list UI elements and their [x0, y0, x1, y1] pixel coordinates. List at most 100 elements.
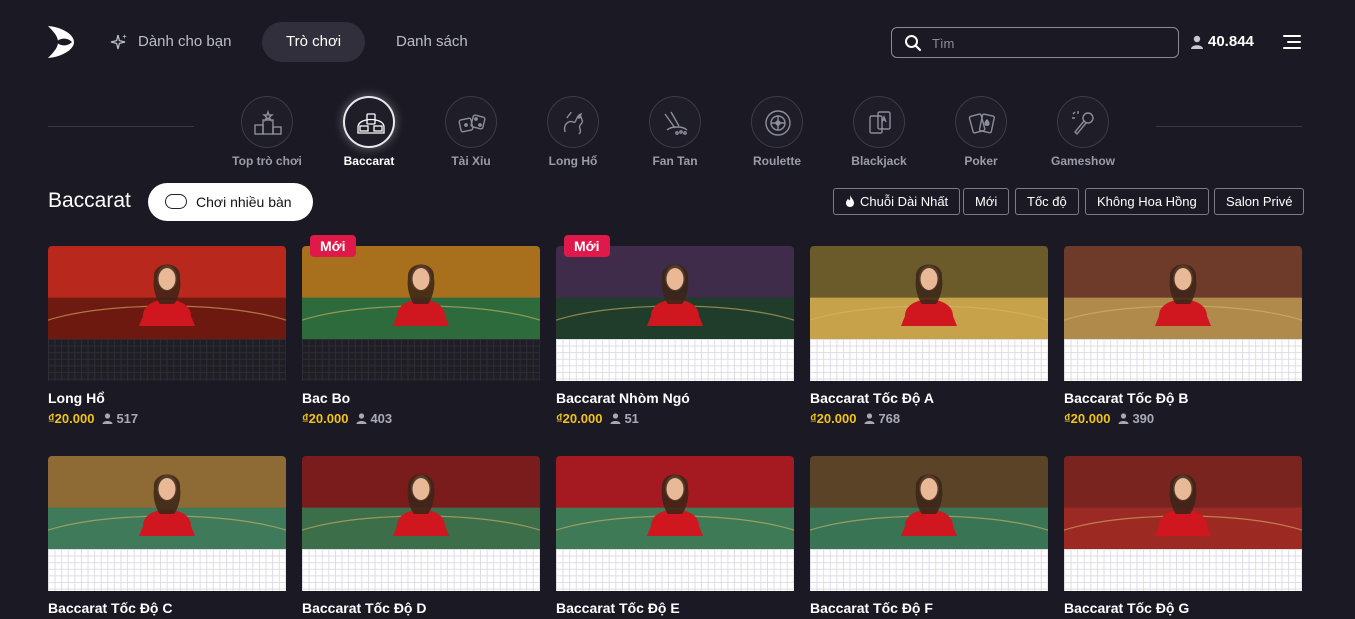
user-icon: [864, 413, 875, 424]
category-top-games[interactable]: Top trò chơi: [216, 96, 318, 168]
nav-for-you[interactable]: Dành cho bạn: [98, 22, 255, 62]
fan-tan-icon: [664, 111, 688, 135]
game-thumbnail: [810, 456, 1048, 589]
players-total: 40.844: [1190, 31, 1254, 53]
game-tile[interactable]: Baccarat Tốc Độ F: [810, 456, 1048, 616]
nav-games[interactable]: Trò chơi: [262, 22, 366, 62]
player-count-value: 51: [624, 411, 639, 426]
search-icon: [905, 35, 922, 52]
filter-salon-prive[interactable]: Salon Privé: [1214, 188, 1305, 215]
filter-label: Chuỗi Dài Nhất: [860, 194, 949, 209]
category-gameshow[interactable]: Gameshow: [1032, 96, 1134, 168]
game-tile[interactable]: Baccarat Tốc Độ A ₫20.000 768: [810, 246, 1048, 427]
game-name: Baccarat Tốc Độ A: [810, 390, 934, 406]
game-tile[interactable]: Baccarat Tốc Độ E: [556, 456, 794, 616]
category-label: Poker: [964, 154, 998, 168]
game-name: Baccarat Tốc Độ B: [1064, 390, 1189, 406]
category-dragon-tiger[interactable]: Long Hổ: [522, 96, 624, 168]
game-name: Baccarat Nhòm Ngó: [556, 390, 690, 406]
game-thumbnail: [556, 246, 794, 379]
dice-icon: [458, 114, 486, 133]
nav-games-label: Trò chơi: [286, 33, 342, 50]
category-poker[interactable]: Poker: [930, 96, 1032, 168]
category-label: Roulette: [753, 154, 801, 168]
category-label: Baccarat: [343, 154, 395, 168]
bead-road: [810, 339, 1048, 381]
category-label: Tài Xỉu: [451, 154, 491, 168]
header: Dành cho bạn Trò chơi Danh sách 40.844: [0, 0, 1355, 84]
player-count-value: 403: [370, 411, 393, 426]
player-count: 403: [356, 411, 392, 426]
category-blackjack[interactable]: Blackjack: [828, 96, 930, 168]
game-tile[interactable]: Mới Bac Bo ₫20.000 403: [302, 235, 540, 427]
poker-cards-icon: [968, 113, 995, 134]
dragon-icon: [563, 111, 584, 135]
multi-table-toggle-icon: [165, 194, 187, 209]
sparkle-icon: [110, 34, 127, 50]
game-tile[interactable]: Mới Baccarat Nhòm Ngó ₫20.000 51: [556, 235, 794, 427]
player-count-value: 768: [878, 411, 901, 426]
bead-road: [556, 339, 794, 381]
filter-label: Salon Privé: [1226, 194, 1293, 209]
game-thumbnail: [1064, 456, 1302, 589]
filter-label: Không Hoa Hồng: [1097, 194, 1197, 209]
game-thumbnail: [302, 246, 540, 379]
nav-list-label: Danh sách: [396, 33, 468, 50]
player-count-value: 390: [1132, 411, 1155, 426]
game-thumbnail: [302, 456, 540, 589]
category-label: Fan Tan: [652, 154, 698, 168]
search-box[interactable]: [891, 27, 1179, 58]
game-name: Baccarat Tốc Độ E: [556, 600, 680, 616]
category-label: Long Hổ: [548, 154, 598, 168]
game-tile[interactable]: Baccarat Tốc Độ D: [302, 456, 540, 616]
roulette-wheel-icon: [765, 110, 791, 136]
bead-road: [556, 549, 794, 591]
search-input[interactable]: [932, 33, 1162, 53]
filter-longest-streak[interactable]: Chuỗi Dài Nhất: [833, 188, 961, 215]
menu-icon[interactable]: [1283, 34, 1301, 50]
player-count: 390: [1118, 411, 1154, 426]
category-roulette[interactable]: Roulette: [726, 96, 828, 168]
min-bet: ₫20.000: [810, 411, 857, 426]
category-label: Blackjack: [851, 154, 907, 168]
min-bet: ₫20.000: [302, 411, 349, 426]
nav-list[interactable]: Danh sách: [372, 22, 492, 62]
blackjack-cards-icon: [869, 111, 891, 134]
bead-road: [1064, 549, 1302, 591]
nav-for-you-label: Dành cho bạn: [138, 33, 232, 50]
multi-table-button[interactable]: Chơi nhiều bàn: [148, 183, 313, 221]
game-name: Baccarat Tốc Độ G: [1064, 600, 1190, 616]
min-bet: ₫20.000: [1064, 411, 1111, 426]
brand-logo-icon[interactable]: [47, 24, 75, 60]
category-fan-tan[interactable]: Fan Tan: [624, 96, 726, 168]
baccarat-table-icon: [357, 113, 385, 134]
player-count: 517: [102, 411, 138, 426]
user-icon: [1191, 35, 1203, 49]
filter-no-commission[interactable]: Không Hoa Hồng: [1085, 188, 1209, 215]
podium-icon: [254, 109, 282, 135]
min-bet: ₫20.000: [48, 411, 95, 426]
game-tile[interactable]: Baccarat Tốc Độ B ₫20.000 390: [1064, 246, 1302, 427]
multi-table-label: Chơi nhiều bàn: [196, 194, 292, 210]
user-icon: [356, 413, 367, 424]
game-name: Baccarat Tốc Độ D: [302, 600, 427, 616]
bead-road: [302, 549, 540, 591]
game-tile[interactable]: Baccarat Tốc Độ C: [48, 456, 286, 616]
category-sic-bo[interactable]: Tài Xỉu: [420, 96, 522, 168]
user-icon: [102, 413, 113, 424]
player-count-value: 517: [116, 411, 139, 426]
game-tile[interactable]: Baccarat Tốc Độ G: [1064, 456, 1302, 616]
category-baccarat[interactable]: Baccarat: [318, 96, 420, 168]
category-label: Gameshow: [1050, 154, 1116, 168]
bead-road: [48, 339, 286, 381]
bead-road: [810, 549, 1048, 591]
filter-label: Tốc độ: [1027, 194, 1067, 209]
game-name: Baccarat Tốc Độ C: [48, 600, 173, 616]
game-thumbnail: [556, 456, 794, 589]
filter-speed[interactable]: Tốc độ: [1015, 188, 1079, 215]
filter-new[interactable]: Mới: [963, 188, 1010, 215]
new-badge: Mới: [564, 235, 610, 257]
bead-road: [1064, 339, 1302, 381]
game-tile[interactable]: Long Hổ ₫20.000 517: [48, 246, 286, 427]
user-icon: [610, 413, 621, 424]
